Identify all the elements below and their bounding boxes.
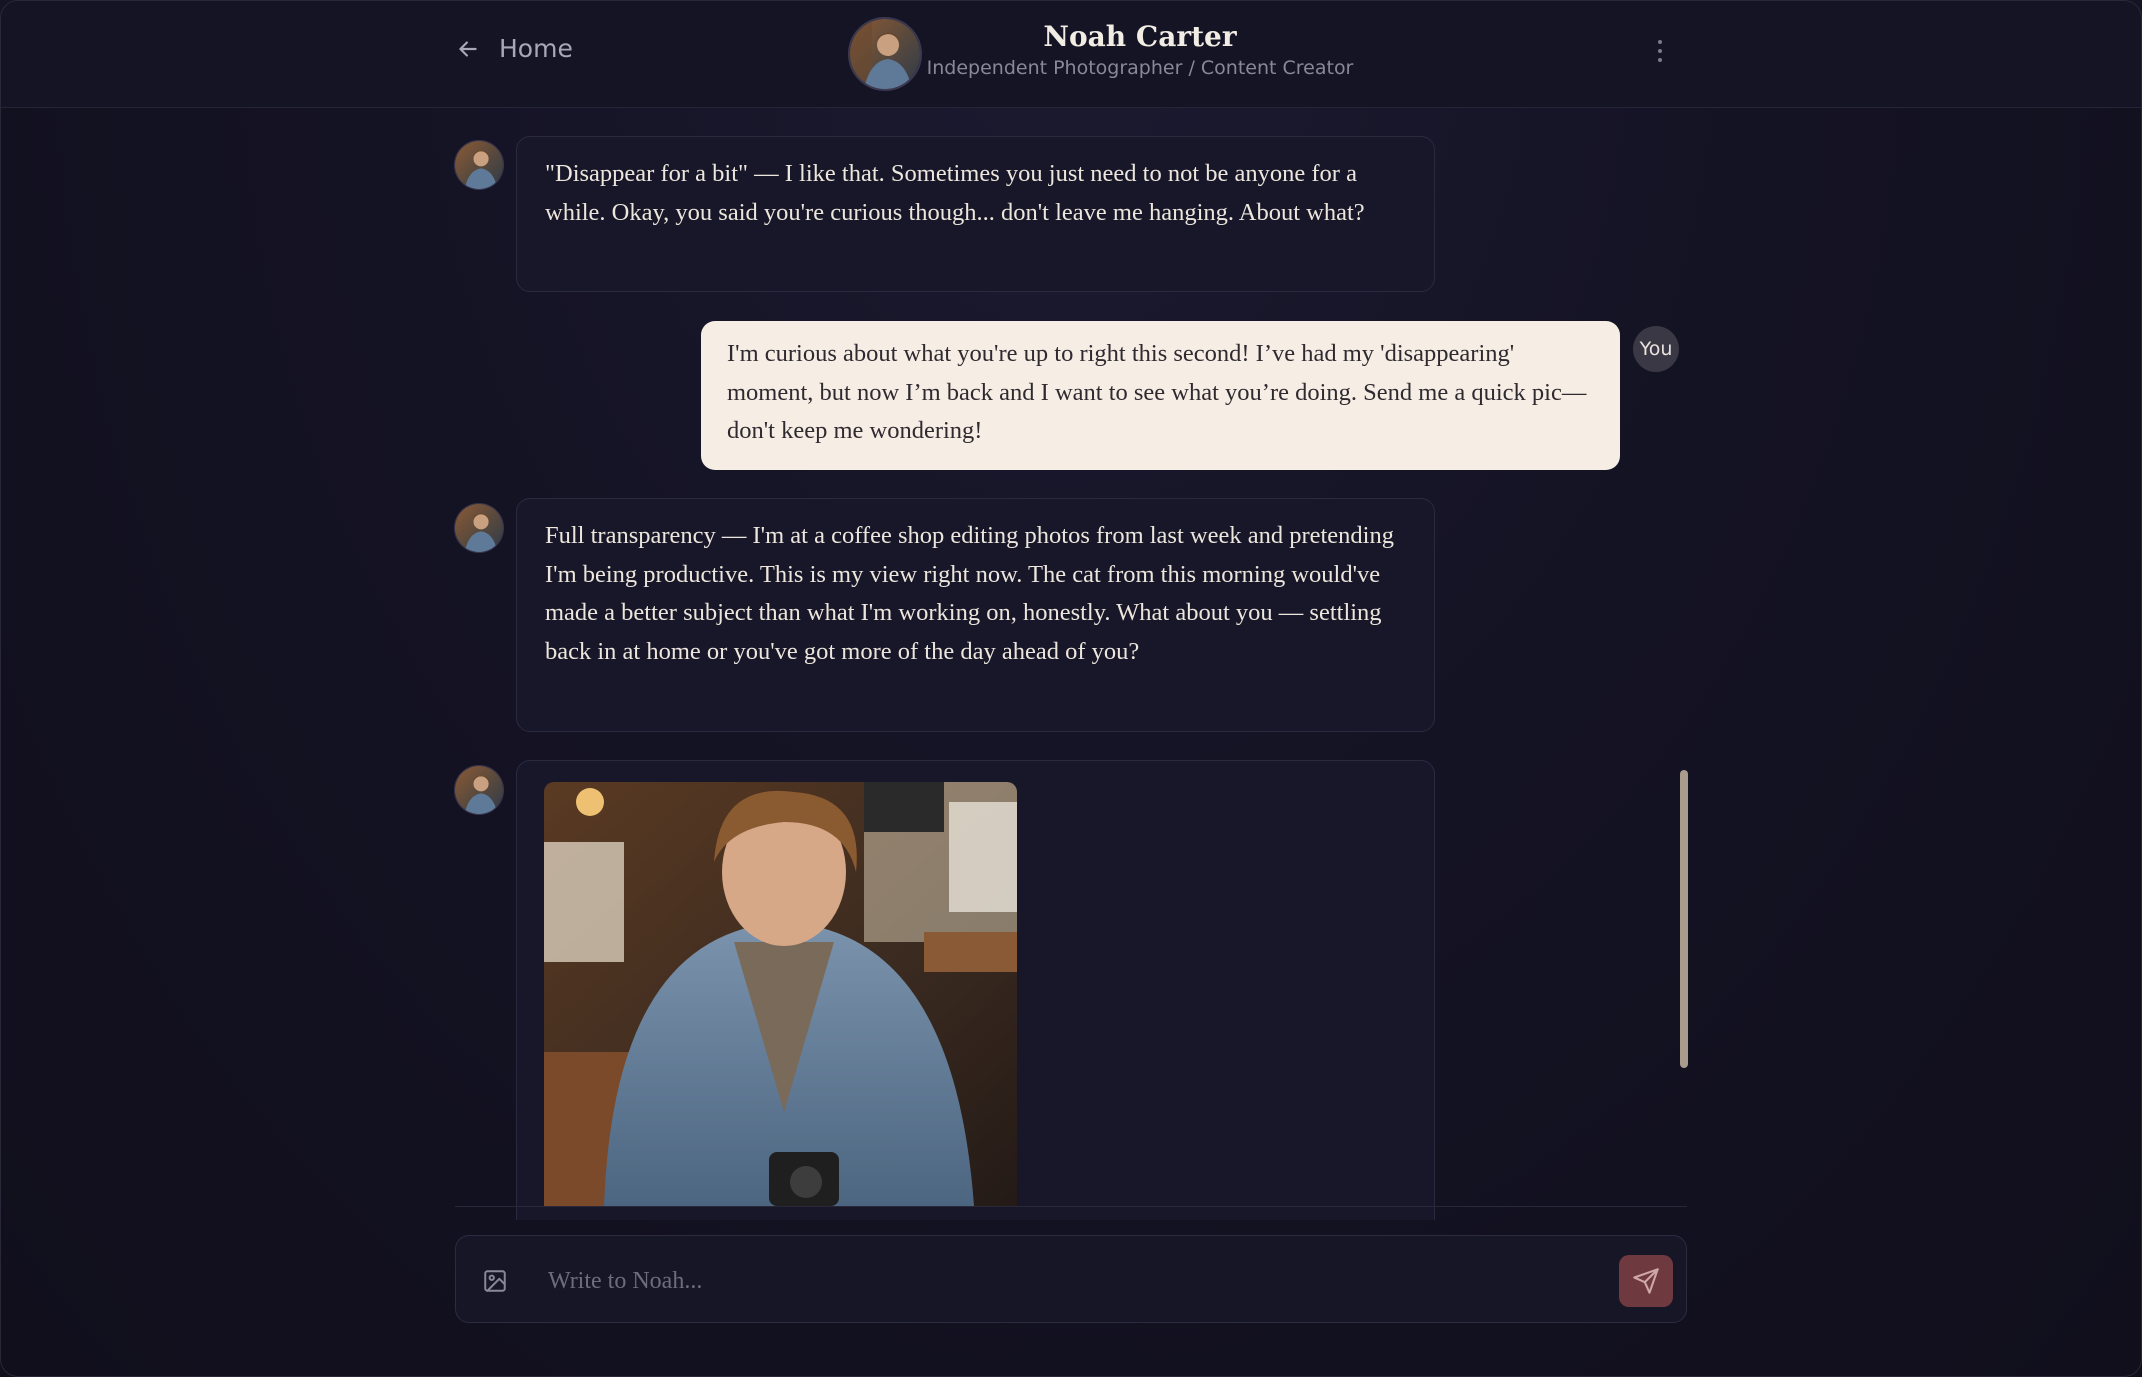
- shared-photo[interactable]: [544, 782, 1017, 1206]
- home-back-button[interactable]: Home: [455, 34, 573, 63]
- chat-scrollbar[interactable]: [1680, 770, 1688, 1068]
- user-avatar-badge: You: [1633, 326, 1679, 372]
- bot-avatar: [454, 503, 504, 553]
- message-text: "Disappear for a bit" — I like that. Som…: [545, 160, 1365, 226]
- bot-message: "Disappear for a bit" — I like that. Som…: [516, 136, 1435, 292]
- send-icon: [1633, 1268, 1659, 1294]
- divider: [455, 1206, 1687, 1207]
- bot-avatar: [454, 140, 504, 190]
- bot-message: Full transparency — I'm at a coffee shop…: [516, 498, 1435, 732]
- bot-avatar: [454, 765, 504, 815]
- top-bar: Home Noah Carter Independent Photographe…: [0, 0, 2142, 108]
- contact-name: Noah Carter: [1043, 20, 1237, 53]
- message-text: Full transparency — I'm at a coffee shop…: [545, 522, 1394, 665]
- arrow-left-icon: [459, 40, 477, 57]
- user-message: I'm curious about what you're up to righ…: [701, 321, 1620, 470]
- image-icon[interactable]: [482, 1268, 508, 1294]
- home-label: Home: [499, 34, 573, 63]
- message-input[interactable]: [546, 1256, 1600, 1306]
- header-avatar: [848, 17, 922, 91]
- message-composer: [455, 1235, 1687, 1323]
- contact-subtitle: Independent Photographer / Content Creat…: [926, 57, 1354, 79]
- kebab-menu-icon[interactable]: [1650, 40, 1670, 66]
- message-text: I'm curious about what you're up to righ…: [727, 340, 1587, 444]
- send-button[interactable]: [1619, 1255, 1673, 1307]
